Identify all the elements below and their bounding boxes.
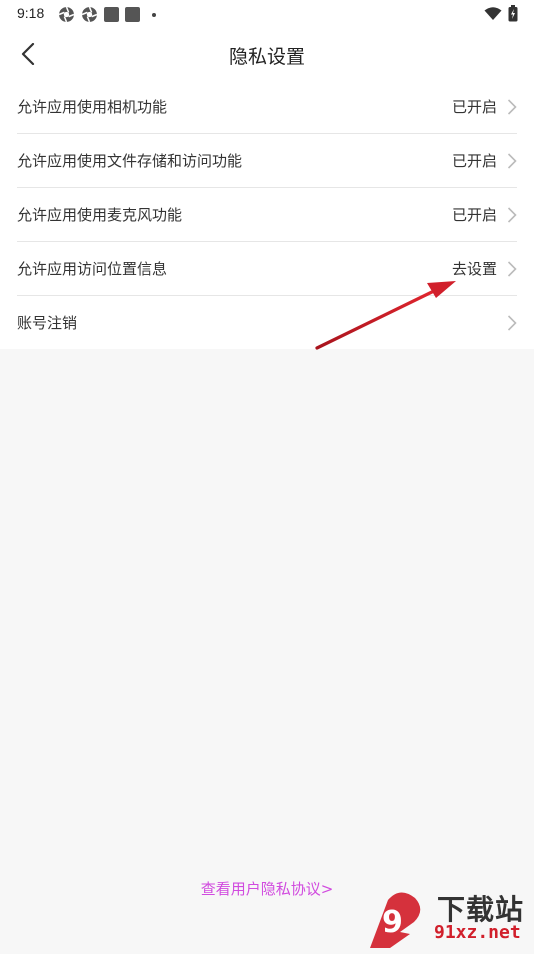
setting-label: 账号注销 (17, 314, 78, 332)
setting-label: 允许应用使用文件存储和访问功能 (17, 152, 243, 170)
setting-row-microphone[interactable]: 允许应用使用麦克风功能 已开启 (17, 188, 517, 242)
svg-text:9: 9 (382, 905, 403, 940)
setting-row-delete-account[interactable]: 账号注销 (17, 296, 517, 349)
chevron-right-icon (507, 98, 517, 115)
setting-row-camera[interactable]: 允许应用使用相机功能 已开启 (17, 80, 517, 134)
settings-list: 允许应用使用相机功能 已开启 允许应用使用文件存储和访问功能 已开启 允许应用使… (0, 80, 534, 349)
setting-row-storage[interactable]: 允许应用使用文件存储和访问功能 已开启 (17, 134, 517, 188)
notification-icons (58, 6, 156, 23)
setting-label: 允许应用使用麦克风功能 (17, 206, 183, 224)
setting-status: 已开启 (451, 152, 497, 170)
aperture-icon (81, 6, 98, 23)
status-time: 9:18 (17, 5, 45, 21)
setting-label: 允许应用访问位置信息 (17, 260, 168, 278)
chevron-right-icon (507, 152, 517, 169)
app-notification-icon (104, 7, 119, 22)
app-header: 隐私设置 (0, 28, 534, 80)
wifi-icon (484, 6, 502, 20)
page-title: 隐私设置 (228, 46, 305, 68)
setting-status: 去设置 (451, 260, 497, 278)
aperture-icon (58, 6, 75, 23)
system-icons (484, 5, 518, 22)
app-notification-icon (125, 7, 140, 22)
setting-label: 允许应用使用相机功能 (17, 98, 168, 116)
status-bar: 9:18 (0, 0, 534, 28)
battery-icon (508, 5, 518, 22)
chevron-right-icon (507, 314, 517, 331)
setting-row-location[interactable]: 允许应用访问位置信息 去设置 (17, 242, 517, 296)
more-notifications-dot (152, 12, 156, 17)
chevron-right-icon (507, 206, 517, 223)
watermark-url: 91xz.net (434, 922, 521, 943)
chevron-right-icon (507, 260, 517, 277)
setting-status: 已开启 (451, 98, 497, 116)
setting-status: 已开启 (451, 206, 497, 224)
watermark-logo: 9 (370, 892, 421, 948)
